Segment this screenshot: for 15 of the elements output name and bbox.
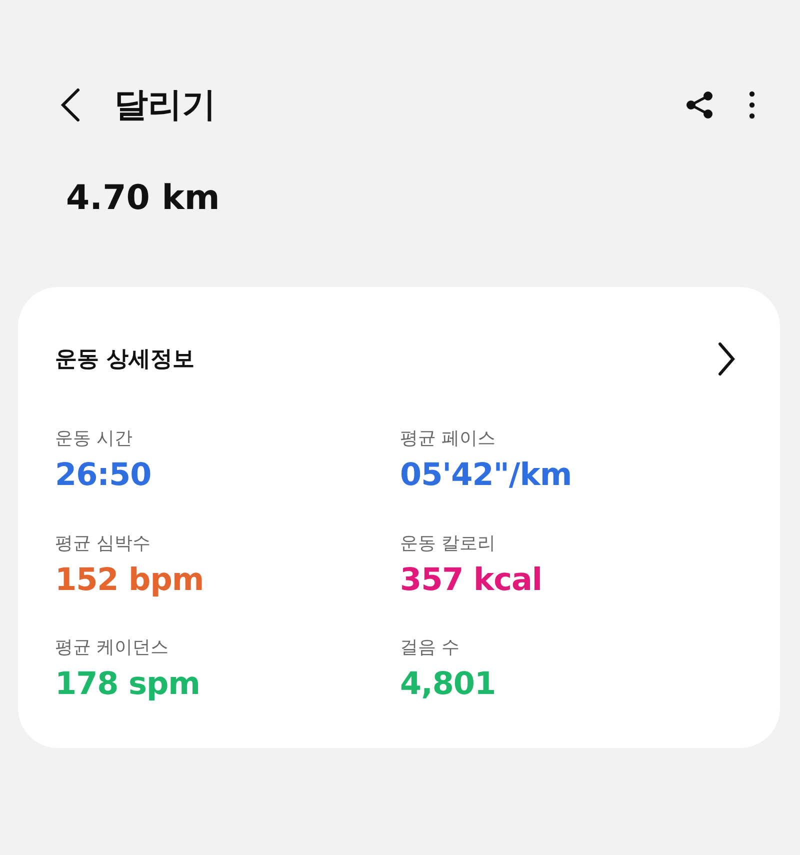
metric-label: 걸음 수 xyxy=(400,636,461,660)
metric-value: 4,801 xyxy=(400,667,497,703)
metric-value: 178 spm xyxy=(55,667,201,703)
card-title: 운동 상세정보 xyxy=(55,346,195,374)
distance-value: 4.70 km xyxy=(66,178,220,218)
metric-value: 152 bpm xyxy=(55,562,205,598)
metric-label: 평균 페이스 xyxy=(400,427,497,451)
metric-label: 운동 칼로리 xyxy=(400,532,497,556)
metric-label: 평균 케이던스 xyxy=(55,636,170,660)
metric-label: 평균 심박수 xyxy=(55,532,152,556)
metric-value: 05'42"/km xyxy=(400,458,573,494)
metric-label: 운동 시간 xyxy=(55,427,134,451)
page-title: 달리기 xyxy=(114,88,216,122)
metric-value: 26:50 xyxy=(55,458,152,494)
metric-value: 357 kcal xyxy=(400,562,544,598)
